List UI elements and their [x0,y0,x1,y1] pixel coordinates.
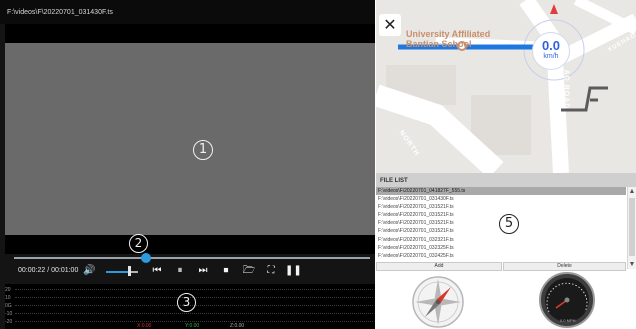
delete-button[interactable]: Delete [503,262,626,271]
control-bar: 00:00:22 / 00:01:00 🔊 ⏮ ⏸ ⏭ ⏹ 🗁 ⛶ ❚❚ [0,263,375,279]
file-list-item[interactable]: F:\videos\F\20220701_032325F.ts [376,244,626,252]
file-list-item[interactable]: F:\videos\F\20220701_031430F.ts [376,195,626,203]
compass-icon [412,276,464,328]
video-area[interactable] [5,43,375,235]
file-list-item[interactable]: F:\videos\F\20220701_032425F.ts [376,252,626,260]
graph-axis-label: -20 [5,319,13,325]
instrument-panel: 0.0 MPH [376,271,636,329]
file-list-item[interactable]: F:\videos\F\20220701_041827F_555.ts [376,187,626,196]
crop-button[interactable]: ⛶ [264,263,278,279]
close-map-button[interactable]: ✕ [379,14,401,36]
open-folder-button[interactable]: 🗁 [242,263,256,279]
graph-gridline [15,313,373,314]
sensor-x-value: X:0.00 [137,323,152,329]
previous-button[interactable]: ⏮ [150,263,164,279]
road-label: AD ROAD [562,69,570,110]
title-bar: F:\videos\F\20220701_031430F.ts [0,0,375,24]
speedometer-readout: 0.0 MPH [560,318,576,323]
volume-slider-fill [106,271,130,273]
pause-button[interactable]: ⏸ [174,263,186,279]
volume-icon[interactable]: 🔊 [83,263,95,279]
callout-marker-video: 1 [193,140,213,160]
add-button[interactable]: Add [376,262,502,271]
map-view[interactable]: ✕ University Affiliated Bantian School 0… [376,0,636,173]
callout-marker-graph: 3 [177,293,196,312]
sensor-y-value: Y:0.00 [185,323,200,329]
graph-axis-label: -10 [5,311,13,317]
speed-badge: 0.0 km/h [532,32,570,70]
graph-gridline [15,289,373,290]
file-list-panel: FILE LIST F:\videos\F\20220701_041827F_5… [376,173,636,307]
graph-axis-label: 20 [5,287,11,293]
graph-axis-label: 0G [5,303,12,309]
stop-button[interactable]: ⏹ [220,263,232,279]
file-list-item[interactable]: F:\videos\F\20220701_032321F.ts [376,236,626,244]
graph-axis-label: 10 [5,295,11,301]
file-list-scrollbar[interactable]: ▲ ▼ [627,187,636,269]
video-letterbox-bottom [5,235,375,254]
file-list-title: FILE LIST [380,178,408,184]
file-path-title: F:\videos\F\20220701_031430F.ts [7,9,113,16]
progress-thumb[interactable] [140,253,151,263]
next-button[interactable]: ⏭ [196,263,210,279]
scrollbar-thumb[interactable] [629,198,635,256]
scroll-up-icon[interactable]: ▲ [628,187,636,196]
callout-marker-file-list: 5 [499,214,519,234]
file-actions-bar: Add Delete [376,262,636,271]
time-label: 00:00:22 / 00:01:00 [18,267,79,274]
video-player: F:\videos\F\20220701_031430F.ts 1 2 00:0… [0,0,375,329]
speed-value: 0.0 [541,38,561,53]
graph-gridline [15,321,373,322]
sensor-z-value: Z:0.00 [230,323,245,329]
file-list-header: FILE LIST [376,173,636,187]
video-letterbox-top [5,24,375,43]
speed-unit: km/h [543,53,559,60]
poi-label: University Affiliated Bantian School [406,29,491,49]
file-list-item[interactable]: F:\videos\F\20220701_031521F.ts [376,203,626,211]
progress-track[interactable] [14,257,370,259]
split-view-button[interactable]: ❚❚ [285,263,302,279]
callout-marker-timeline: 2 [129,234,148,253]
volume-slider-thumb[interactable] [128,266,132,276]
